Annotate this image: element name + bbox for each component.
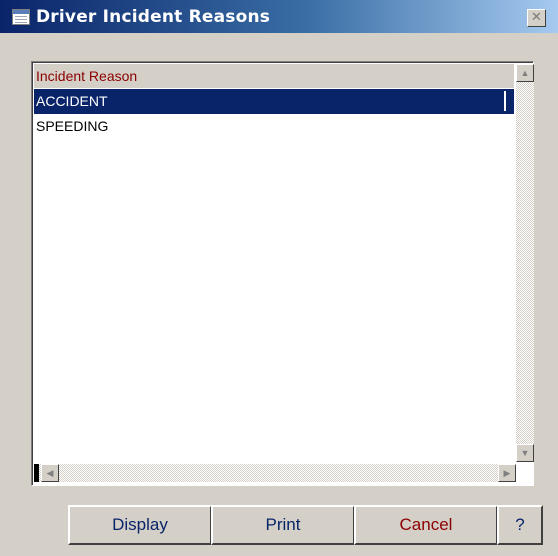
- incident-reason-grid[interactable]: Incident Reason ACCIDENT SPEEDING ▲ ▼ ◀ …: [31, 61, 534, 486]
- cancel-button[interactable]: Cancel: [354, 505, 498, 545]
- grid-rows: ACCIDENT SPEEDING: [34, 89, 514, 139]
- scroll-position-marker: [34, 464, 39, 482]
- triangle-left-icon: ◀: [46, 468, 54, 478]
- close-icon: ✕: [531, 10, 542, 25]
- triangle-up-icon: ▲: [520, 68, 530, 78]
- close-button[interactable]: ✕: [527, 9, 546, 27]
- scrollbar-corner: [516, 464, 534, 482]
- cell-incident-reason: ACCIDENT: [36, 93, 108, 109]
- column-header-incident-reason[interactable]: Incident Reason: [34, 64, 514, 88]
- print-button[interactable]: Print: [211, 505, 355, 545]
- dialog-window: Driver Incident Reasons ✕ Incident Reaso…: [0, 0, 558, 556]
- help-button[interactable]: ?: [497, 505, 543, 545]
- grid-table-icon: [12, 9, 30, 25]
- display-button[interactable]: Display: [68, 505, 212, 545]
- triangle-right-icon: ▶: [503, 468, 511, 478]
- horizontal-scrollbar[interactable]: ◀ ▶: [34, 464, 516, 482]
- scroll-right-button[interactable]: ▶: [498, 464, 516, 482]
- scroll-down-button[interactable]: ▼: [516, 444, 534, 462]
- vertical-scrollbar[interactable]: ▲ ▼: [516, 64, 534, 462]
- table-row[interactable]: SPEEDING: [34, 114, 514, 139]
- scroll-up-button[interactable]: ▲: [516, 64, 534, 82]
- title-bar[interactable]: Driver Incident Reasons ✕: [0, 0, 558, 33]
- window-title: Driver Incident Reasons: [36, 7, 271, 27]
- triangle-down-icon: ▼: [520, 448, 530, 458]
- scroll-left-button[interactable]: ◀: [41, 464, 59, 482]
- cell-incident-reason: SPEEDING: [36, 118, 109, 134]
- table-row[interactable]: ACCIDENT: [34, 89, 514, 114]
